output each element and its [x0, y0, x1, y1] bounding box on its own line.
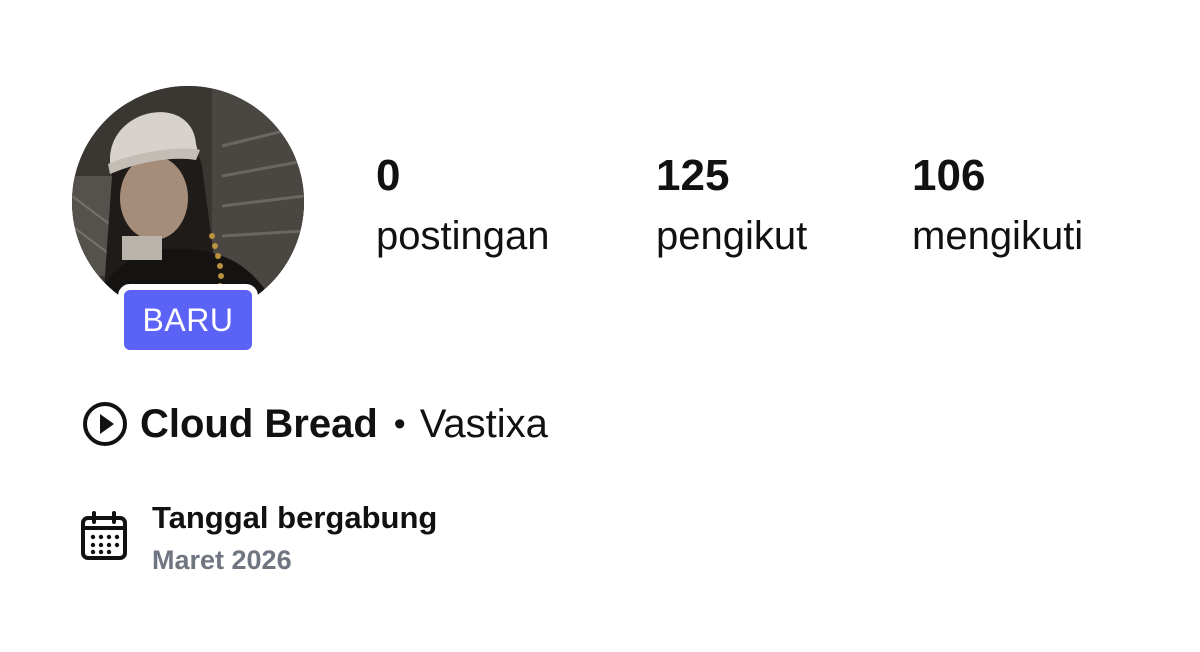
followers-label: pengikut: [656, 214, 808, 258]
joined-text: Tanggal bergabung Maret 2026: [152, 498, 437, 580]
joined-label: Tanggal bergabung: [152, 500, 438, 535]
display-name: Cloud Bread: [140, 401, 378, 446]
stat-posts[interactable]: 0 postingan: [376, 150, 549, 264]
name-separator: •: [393, 404, 406, 443]
name-row: Cloud Bread • Vastixa: [80, 396, 548, 452]
stat-following[interactable]: 106 mengikuti: [912, 150, 1083, 264]
username: Vastixa: [419, 401, 548, 446]
new-badge: BARU: [118, 284, 258, 356]
profile-header: BARU 0 postingan 125 pengikut 106 mengik…: [0, 0, 1200, 652]
joined-info: Tanggal bergabung Maret 2026: [80, 498, 437, 580]
stat-followers[interactable]: 125 pengikut: [656, 150, 807, 264]
followers-count: 125: [656, 151, 730, 200]
play-circle-icon: [80, 399, 130, 449]
posts-count: 0: [376, 151, 401, 200]
posts-label: postingan: [376, 214, 550, 258]
following-label: mengikuti: [912, 214, 1084, 258]
following-count: 106: [912, 151, 986, 200]
joined-date: Maret 2026: [152, 545, 292, 575]
calendar-icon: [80, 510, 128, 562]
